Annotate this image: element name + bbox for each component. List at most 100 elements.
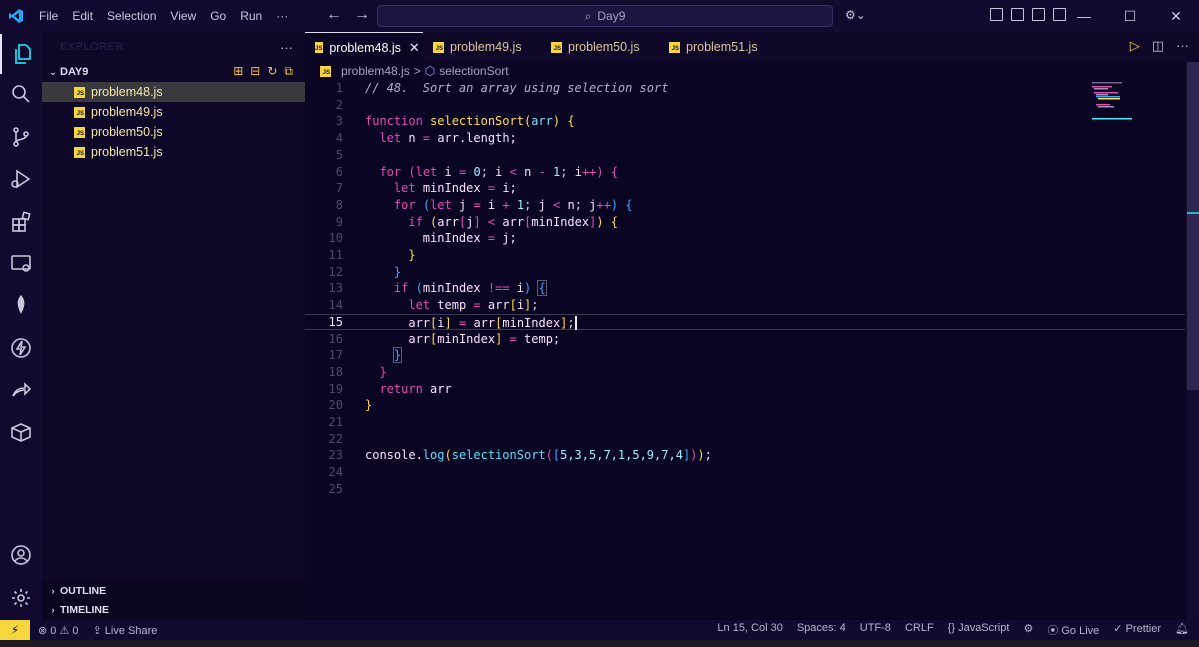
accounts-icon[interactable] [0, 535, 42, 575]
explorer-more-button[interactable]: ··· [280, 40, 293, 55]
js-file-icon: JS [74, 146, 85, 158]
new-folder-icon[interactable]: ⊟ [250, 64, 260, 79]
encoding[interactable]: UTF-8 [860, 622, 891, 638]
status-right: Ln 15, Col 30 Spaces: 4 UTF-8 CRLF {} Ja… [717, 622, 1189, 638]
more-actions-icon[interactable]: ··· [1176, 38, 1189, 54]
notifications-bell-icon[interactable]: 🔔︎ [1175, 622, 1189, 638]
search-icon: ⌕ [584, 8, 592, 23]
menu-edit[interactable]: Edit [65, 0, 100, 32]
toggle-panel-icon[interactable] [1032, 8, 1045, 21]
js-file-icon: JS [74, 106, 85, 118]
customize-layout-icon[interactable] [990, 8, 1003, 21]
live-share-icon[interactable] [0, 370, 42, 410]
source-control-icon[interactable] [0, 117, 42, 157]
breadcrumb-file[interactable]: problem48.js [341, 64, 410, 78]
forward-arrow-icon[interactable]: → [354, 6, 370, 24]
current-code-line: arr[i] = arr[minIndex]; [305, 313, 1185, 331]
code-line: console.log(selectionSort([5,3,5,7,1,5,9… [305, 447, 1185, 464]
menu-more[interactable]: ··· [269, 0, 295, 32]
minimap[interactable] [1090, 80, 1135, 120]
toggle-sidebar-icon[interactable] [1011, 8, 1024, 21]
close-icon[interactable]: ✕ [409, 40, 420, 56]
line-number-text: 2 [335, 97, 343, 112]
outline-label: OUTLINE [60, 584, 107, 597]
navigation-arrows: ← → [326, 6, 370, 24]
close-button[interactable]: ✕ [1153, 0, 1199, 32]
explorer-sidebar: EXPLORER ··· ⌄ DAY9 ⊞ ⊟ ↻ ⧉ JS problem48… [42, 32, 305, 620]
file-item-problem49[interactable]: JS problem49.js [42, 102, 305, 122]
cursor-position[interactable]: Ln 15, Col 30 [717, 622, 782, 638]
remote-explorer-icon[interactable] [0, 244, 42, 284]
search-icon[interactable] [0, 74, 42, 114]
live-share-button[interactable]: ⇪ Live Share [92, 624, 157, 637]
menu-go[interactable]: Go [203, 0, 233, 32]
js-file-icon: JS [315, 42, 324, 53]
file-item-problem51[interactable]: JS problem51.js [42, 142, 305, 162]
indentation[interactable]: Spaces: 4 [797, 622, 846, 638]
console-log-call: console.log(selectionSort([5,3,5,7,1,5,9… [365, 448, 712, 463]
tab-problem49[interactable]: JS problem49.js [423, 32, 541, 62]
end-of-line[interactable]: CRLF [905, 622, 934, 638]
copilot-icon[interactable]: ⚙⌄ [845, 8, 866, 22]
timeline-section[interactable]: › TIMELINE [42, 600, 305, 619]
remote-indicator-button[interactable]: ⚡ [0, 620, 30, 640]
prettier-status[interactable]: ✓ Prettier [1113, 622, 1161, 638]
function-name: selectionSort [430, 114, 524, 129]
line-number: 22 [305, 431, 1185, 448]
split-editor-icon[interactable]: ◫ [1152, 38, 1164, 54]
extensions-icon[interactable] [0, 202, 42, 242]
file-label: problem48.js [91, 85, 163, 99]
file-label: problem49.js [91, 105, 163, 119]
explorer-icon[interactable] [0, 34, 42, 74]
run-code-icon[interactable]: ▷ [1130, 38, 1140, 54]
layout-controls [990, 8, 1066, 21]
code-line: let temp = arr[i]; [408, 298, 539, 313]
minimize-button[interactable]: — [1061, 0, 1107, 32]
code-line: } [408, 248, 416, 262]
collapse-all-icon[interactable]: ⧉ [284, 64, 293, 79]
line-number-text: 24 [328, 465, 343, 480]
code-line: function selectionSort(arr) { [365, 114, 575, 129]
line-number: 21 [305, 414, 1185, 431]
package-icon[interactable] [0, 412, 42, 452]
tab-problem48[interactable]: JS problem48.js ✕ [305, 32, 423, 62]
menu-run[interactable]: Run [233, 0, 269, 32]
tab-label: problem48.js [329, 40, 401, 55]
mongodb-leaf-icon[interactable] [0, 285, 42, 325]
tab-problem51[interactable]: JS problem51.js [659, 32, 777, 62]
tab-problem50[interactable]: JS problem50.js [541, 32, 659, 62]
tab-label: problem49.js [450, 40, 522, 54]
window-controls: — ☐ ✕ [1061, 0, 1199, 32]
menu-view[interactable]: View [163, 0, 203, 32]
cursor-position-marker [1187, 212, 1199, 214]
thunder-client-icon[interactable] [0, 328, 42, 368]
run-debug-icon[interactable] [0, 159, 42, 199]
timeline-label: TIMELINE [60, 603, 109, 616]
code-editor[interactable]: 1 2 3 4 5 6 7 8 9 10 11 12 13 14 15 16 17 18 19 20 21 22 23 24 2… [305, 80, 1185, 620]
language-mode[interactable]: {} JavaScript [948, 622, 1010, 638]
command-center-search[interactable]: ⌕ Day9 [377, 5, 833, 27]
folder-actions: ⊞ ⊟ ↻ ⧉ [233, 64, 293, 79]
file-item-problem48[interactable]: JS problem48.js [42, 82, 305, 102]
js-file-icon: JS [74, 126, 85, 138]
code-line: } [379, 364, 387, 379]
file-label: problem50.js [91, 125, 163, 139]
back-arrow-icon[interactable]: ← [326, 6, 342, 24]
menu-selection[interactable]: Selection [100, 0, 163, 32]
new-file-icon[interactable]: ⊞ [233, 64, 243, 79]
menu-file[interactable]: File [32, 0, 65, 32]
maximize-button[interactable]: ☐ [1107, 0, 1153, 32]
refresh-icon[interactable]: ↻ [267, 64, 277, 79]
js-file-icon: JS [551, 41, 562, 53]
file-item-problem50[interactable]: JS problem50.js [42, 122, 305, 142]
copilot-status-icon[interactable]: ⚙ [1023, 622, 1033, 638]
vscode-logo-icon [0, 0, 32, 32]
problems-indicator[interactable]: ⊗ 0 ⚠ 0 [38, 624, 78, 637]
outline-section[interactable]: › OUTLINE [42, 581, 305, 600]
code-line: let minIndex = i; [393, 181, 517, 196]
settings-gear-icon[interactable] [0, 578, 42, 618]
go-live-button[interactable]: ⦿ Go Live [1047, 622, 1099, 638]
scrollbar-thumb[interactable] [1187, 62, 1199, 390]
code-line: if (arr[j] < arr[minIndex]) { [408, 214, 619, 229]
breadcrumb-symbol[interactable]: selectionSort [439, 64, 508, 78]
